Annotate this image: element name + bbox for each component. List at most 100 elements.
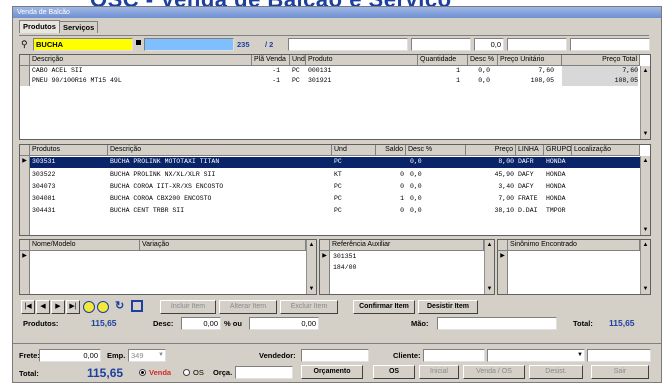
last-record-button[interactable]: ▶| bbox=[66, 300, 80, 314]
list-item[interactable]: 301351 bbox=[333, 252, 433, 262]
cell-und: PC bbox=[334, 195, 342, 202]
scroll-up-icon[interactable]: ▲ bbox=[641, 66, 650, 76]
table-row-selected[interactable]: 303531 BUCHA PROLINK MOTOTAXI TITAN PC 0… bbox=[30, 157, 640, 168]
yellow-circle-icon[interactable] bbox=[83, 301, 95, 313]
field-desconto[interactable]: 0,0 bbox=[474, 38, 504, 51]
mao-input[interactable] bbox=[437, 317, 557, 330]
col-header[interactable]: Variação bbox=[140, 240, 306, 251]
cell-quantidade: 1 bbox=[456, 67, 460, 74]
field-produto-codigo[interactable] bbox=[288, 38, 408, 51]
orca-input[interactable] bbox=[235, 366, 293, 379]
vendedor-input[interactable] bbox=[301, 349, 369, 362]
col-header[interactable]: Plã Venda bbox=[252, 55, 290, 66]
footer-total-label: Total: bbox=[19, 369, 39, 378]
alterar-item-button[interactable]: Alterar Item bbox=[219, 300, 277, 314]
grid-view-icon[interactable] bbox=[131, 300, 143, 312]
col-header[interactable]: LINHA bbox=[516, 145, 544, 156]
col-header[interactable]: Saldo bbox=[376, 145, 406, 156]
confirmar-item-button[interactable]: Confirmar Item bbox=[353, 300, 415, 314]
tab-produtos[interactable]: Produtos bbox=[19, 20, 60, 33]
scroll-up-icon[interactable]: ▲ bbox=[307, 240, 316, 250]
cell-und: PC bbox=[292, 77, 300, 84]
col-header[interactable]: Produto bbox=[306, 55, 418, 66]
col-header[interactable]: Desc % bbox=[406, 145, 466, 156]
incluir-item-button[interactable]: Incluir Item bbox=[160, 300, 216, 314]
scroll-up-icon[interactable]: ▲ bbox=[641, 240, 650, 250]
mao-label: Mão: bbox=[411, 319, 429, 328]
col-header[interactable]: Localização bbox=[572, 145, 640, 156]
reference-scrollbar[interactable]: ▲ ▼ bbox=[484, 240, 494, 294]
cell-produto: 303522 bbox=[32, 171, 56, 178]
col-header[interactable]: Nome/Modelo bbox=[30, 240, 140, 251]
search-secondary-input[interactable] bbox=[144, 38, 234, 51]
search-input[interactable]: BUCHA bbox=[33, 38, 133, 51]
table-row[interactable]: 304081 BUCHA COROA CBX200 ENCOSTO PC 1 0… bbox=[30, 194, 640, 204]
product-list-scrollbar[interactable]: ▲ ▼ bbox=[640, 156, 650, 235]
os-radio[interactable] bbox=[183, 369, 190, 376]
scroll-down-icon[interactable]: ▼ bbox=[641, 225, 650, 235]
tab-servicos[interactable]: Serviços bbox=[59, 21, 99, 33]
cell-desconto: 0,0 bbox=[478, 77, 490, 84]
cliente-name-select[interactable]: ▼ bbox=[487, 349, 585, 362]
scroll-up-icon[interactable]: ▲ bbox=[641, 156, 650, 166]
col-header[interactable]: Und bbox=[332, 145, 376, 156]
col-header[interactable]: Descrição bbox=[30, 55, 252, 66]
col-header[interactable]: Desc % bbox=[468, 55, 498, 66]
scroll-down-icon[interactable]: ▼ bbox=[641, 129, 650, 139]
next-record-button[interactable]: ▶ bbox=[51, 300, 65, 314]
desc-amount-input[interactable]: 0,00 bbox=[249, 317, 319, 330]
col-header[interactable]: Quantidade bbox=[418, 55, 468, 66]
venda-radio-label[interactable]: Venda bbox=[149, 366, 171, 379]
list-item[interactable]: 184/00 bbox=[333, 263, 433, 273]
col-header[interactable]: Preço Unitário bbox=[498, 55, 562, 66]
col-header[interactable]: Preço bbox=[466, 145, 516, 156]
venda-os-button[interactable]: Venda / OS bbox=[463, 365, 525, 379]
cell-desconto: 0,0 bbox=[410, 158, 422, 165]
table-row[interactable]: 303522 BUCHA PROLINK NX/XL/XLR SII KT 0 … bbox=[30, 170, 640, 180]
frete-input[interactable]: 0,00 bbox=[39, 349, 101, 362]
orcamento-button[interactable]: Orçamento bbox=[301, 365, 363, 379]
scroll-down-icon[interactable]: ▼ bbox=[485, 284, 494, 294]
scroll-down-icon[interactable]: ▼ bbox=[307, 284, 316, 294]
yellow-circle-icon[interactable] bbox=[97, 301, 109, 313]
cliente-label: Cliente: bbox=[393, 351, 421, 360]
field-preco-unitario[interactable] bbox=[507, 38, 567, 51]
field-preco-total[interactable] bbox=[570, 38, 650, 51]
synonym-scrollbar[interactable]: ▲ ▼ bbox=[640, 240, 650, 294]
current-row-icon: ▶ bbox=[322, 253, 327, 259]
cliente-code-input[interactable] bbox=[423, 349, 485, 362]
col-header[interactable]: GRUPO bbox=[544, 145, 572, 156]
col-header[interactable]: Und bbox=[290, 55, 306, 66]
desistir-item-button[interactable]: Desistir Item bbox=[418, 300, 478, 314]
field-quantidade[interactable] bbox=[411, 38, 471, 51]
sair-button[interactable]: Sair bbox=[591, 365, 649, 379]
scroll-up-icon[interactable]: ▲ bbox=[485, 240, 494, 250]
col-header[interactable]: Descrição bbox=[108, 145, 332, 156]
desc-percent-input[interactable]: 0,00 bbox=[181, 317, 221, 330]
cliente-extra-input[interactable] bbox=[587, 349, 651, 362]
os-radio-label[interactable]: OS bbox=[193, 366, 204, 379]
excluir-item-button[interactable]: Excluir Item bbox=[280, 300, 338, 314]
refresh-icon[interactable]: ↻ bbox=[115, 300, 124, 313]
table-row[interactable]: PNEU 90/100R16 MT15 49L -1 PC 301921 1 0… bbox=[30, 76, 640, 86]
frete-label: Frete: bbox=[19, 351, 40, 360]
table-row[interactable]: CABO ACEL SII -1 PC 000131 1 0,0 7,60 7,… bbox=[30, 66, 640, 76]
emp-select[interactable]: 349 ▼ bbox=[128, 349, 166, 362]
inicial-button[interactable]: Inicial bbox=[419, 365, 459, 379]
window-titlebar: Venda de Balcão bbox=[13, 7, 661, 18]
scroll-down-icon[interactable]: ▼ bbox=[641, 284, 650, 294]
os-button[interactable]: OS bbox=[373, 365, 415, 379]
prior-record-button[interactable]: ◀ bbox=[36, 300, 50, 314]
table-row[interactable]: 304431 BUCHA CENT TRBR SII PC 0 0,0 38,1… bbox=[30, 206, 640, 216]
col-header[interactable]: Preço Total bbox=[562, 55, 640, 66]
desist-button[interactable]: Desist. bbox=[529, 365, 583, 379]
col-header[interactable]: Sinônimo Encontrado bbox=[508, 240, 640, 251]
variation-scrollbar[interactable]: ▲ ▼ bbox=[306, 240, 316, 294]
col-header[interactable]: Referência Auxiliar bbox=[330, 240, 484, 251]
venda-radio[interactable] bbox=[139, 369, 146, 376]
col-header[interactable]: Produtos bbox=[30, 145, 108, 156]
sale-items-scrollbar[interactable]: ▲ ▼ bbox=[640, 66, 650, 139]
grid-corner bbox=[20, 240, 30, 251]
table-row[interactable]: 304073 BUCHA COROA IIT-XR/XS ENCOSTO PC … bbox=[30, 182, 640, 192]
first-record-button[interactable]: |◀ bbox=[21, 300, 35, 314]
